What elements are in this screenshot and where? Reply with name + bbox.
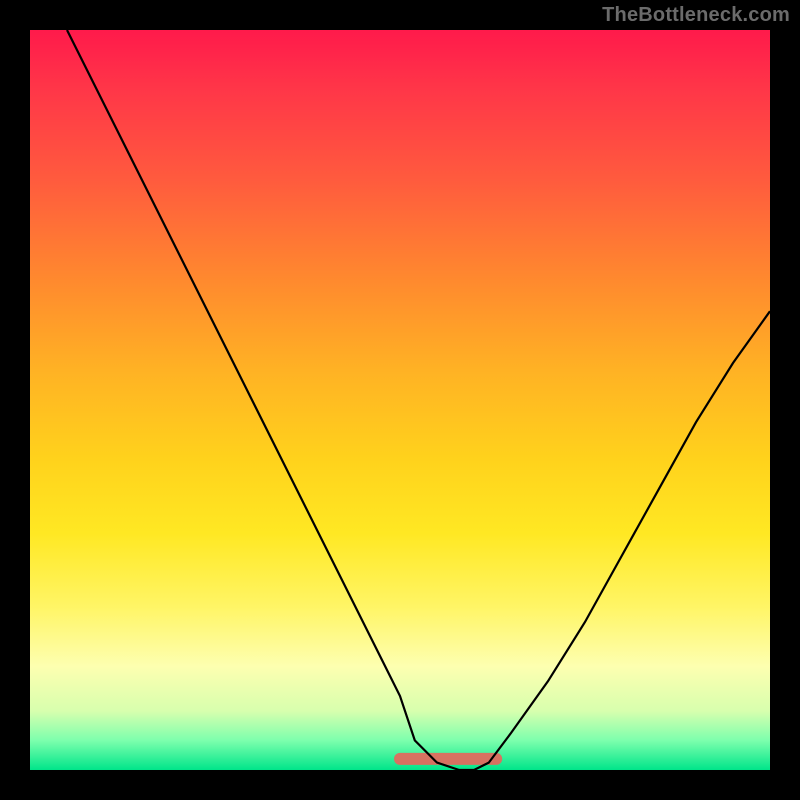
curve-svg (30, 30, 770, 770)
bottleneck-curve (67, 30, 770, 770)
plot-area (30, 30, 770, 770)
watermark-text: TheBottleneck.com (602, 4, 790, 27)
